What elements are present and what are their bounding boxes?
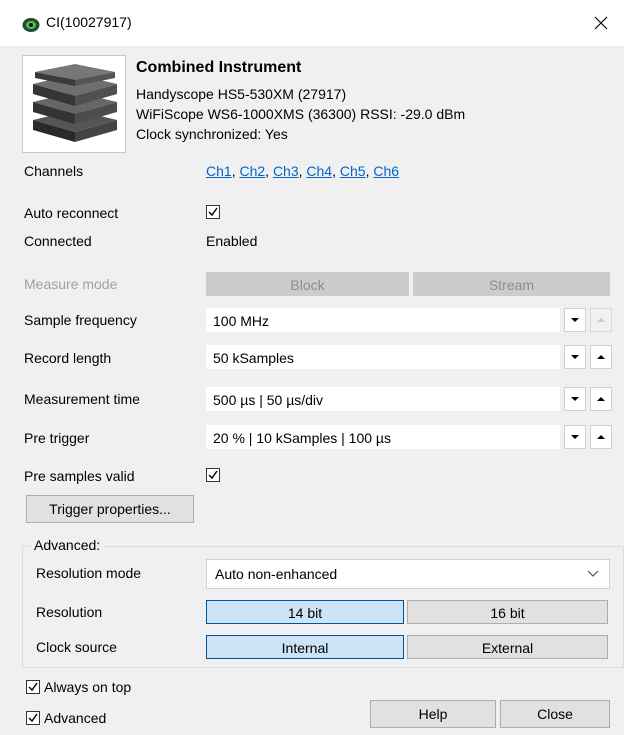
checkmark-icon [208,470,218,480]
resolution-14bit-button[interactable]: 14 bit [206,600,404,624]
resolution-mode-select[interactable]: Auto non-enhanced [206,559,610,589]
record-length-label: Record length [24,350,112,366]
app-icon [22,18,40,32]
checkmark-icon [208,207,218,217]
channels-label: Channels [24,163,84,179]
always-on-top-checkbox[interactable] [26,680,40,694]
channel-link-ch6[interactable]: Ch6 [373,163,399,179]
triangle-down-icon [571,318,579,322]
pre-samples-valid-checkbox[interactable] [206,468,220,482]
advanced-label: Advanced [44,710,107,726]
device-info-line: Handyscope HS5-530XM (27917) [136,86,347,102]
close-button[interactable]: Close [500,700,610,728]
checkmark-icon [28,713,38,723]
close-window-button[interactable] [578,0,624,46]
window-title: CI(10027917) [46,14,132,30]
sample-frequency-decrease-button[interactable] [564,308,586,332]
device-stack-graphic [33,64,117,142]
channel-link-ch2[interactable]: Ch2 [239,163,265,179]
title-bar: CI(10027917) [0,0,624,46]
resolution-16bit-button[interactable]: 16 bit [407,600,608,624]
pre-samples-valid-label: Pre samples valid [24,468,135,484]
triangle-down-icon [571,397,579,401]
connected-value: Enabled [206,233,258,249]
instrument-dialog: CI(10027917) Combined Instrument Handysc… [0,0,624,735]
sample-frequency-increase-button[interactable] [590,308,612,332]
advanced-checkbox[interactable] [26,711,40,725]
measure-mode-block-button[interactable]: Block [206,272,409,296]
clock-source-label: Clock source [36,639,117,655]
device-info-line: Clock synchronized: Yes [136,126,288,142]
triangle-up-icon [597,435,605,439]
triangle-down-icon [571,355,579,359]
advanced-group-title: Advanced: [30,537,105,553]
clock-source-internal-button[interactable]: Internal [206,635,404,659]
auto-reconnect-label: Auto reconnect [24,205,119,221]
chevron-down-icon [587,570,599,577]
triangle-up-icon [597,355,605,359]
checkmark-icon [28,682,38,692]
close-icon [594,16,608,30]
record-length-increase-button[interactable] [590,345,612,369]
clock-source-external-button[interactable]: External [407,635,608,659]
channel-links: Ch1, Ch2, Ch3, Ch4, Ch5, Ch6 [206,163,400,179]
resolution-mode-label: Resolution mode [36,565,142,581]
pre-trigger-decrease-button[interactable] [564,425,586,449]
measurement-time-increase-button[interactable] [590,387,612,411]
triangle-down-icon [571,435,579,439]
resolution-label: Resolution [36,604,103,620]
help-button[interactable]: Help [370,700,496,728]
pre-trigger-label: Pre trigger [24,430,90,446]
measure-mode-label: Measure mode [24,276,118,292]
connected-label: Connected [24,233,92,249]
channel-link-ch3[interactable]: Ch3 [273,163,299,179]
sample-frequency-field[interactable]: 100 MHz [206,308,560,332]
triangle-up-icon [597,397,605,401]
sample-frequency-label: Sample frequency [24,312,137,328]
measurement-time-decrease-button[interactable] [564,387,586,411]
device-info-line: WiFiScope WS6-1000XMS (36300) RSSI: -29.… [136,106,466,122]
always-on-top-label: Always on top [44,679,132,695]
pre-trigger-increase-button[interactable] [590,425,612,449]
channel-link-ch1[interactable]: Ch1 [206,163,232,179]
device-image [22,55,126,153]
measurement-time-label: Measurement time [24,391,140,407]
channel-link-ch5[interactable]: Ch5 [340,163,366,179]
pre-trigger-field[interactable]: 20 % | 10 kSamples | 100 µs [206,425,560,449]
trigger-properties-button[interactable]: Trigger properties... [26,495,194,523]
device-name: Combined Instrument [136,59,302,76]
auto-reconnect-checkbox[interactable] [206,205,220,219]
resolution-mode-value: Auto non-enhanced [215,566,338,582]
channel-link-ch4[interactable]: Ch4 [306,163,332,179]
measure-mode-stream-button[interactable]: Stream [413,272,610,296]
measurement-time-field[interactable]: 500 µs | 50 µs/div [206,387,560,411]
record-length-decrease-button[interactable] [564,345,586,369]
record-length-field[interactable]: 50 kSamples [206,345,560,369]
triangle-up-icon [597,318,605,322]
